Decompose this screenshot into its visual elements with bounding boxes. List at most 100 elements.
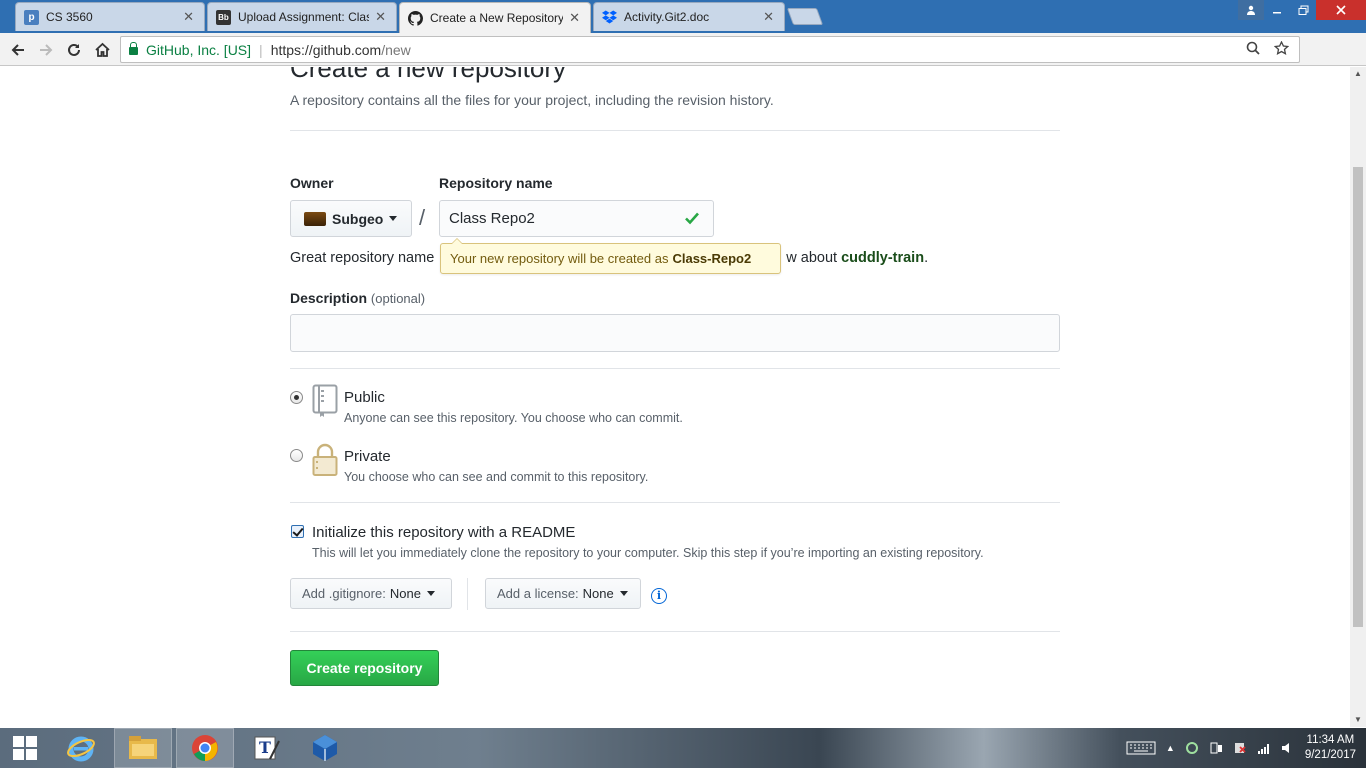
dropbox-icon bbox=[602, 10, 617, 25]
check-icon bbox=[685, 212, 699, 225]
create-repository-button[interactable]: Create repository bbox=[290, 650, 439, 686]
reload-button[interactable] bbox=[61, 37, 87, 63]
owner-label: Owner bbox=[290, 175, 334, 191]
divider bbox=[290, 130, 1060, 131]
minimize-button[interactable] bbox=[1264, 0, 1290, 20]
url-host: https://github.com bbox=[270, 41, 382, 58]
name-suggestion-link[interactable]: cuddly-train bbox=[841, 250, 924, 266]
hint-end: . bbox=[924, 250, 929, 266]
gitignore-select[interactable]: Add .gitignore: None bbox=[290, 578, 452, 609]
description-input[interactable] bbox=[290, 314, 1060, 352]
public-radio[interactable] bbox=[290, 391, 303, 404]
lock-icon bbox=[129, 42, 138, 55]
divider bbox=[290, 502, 1060, 503]
repository-name-tooltip: Your new repository will be created as C… bbox=[440, 238, 781, 274]
start-button[interactable] bbox=[0, 728, 50, 768]
divider bbox=[290, 631, 1060, 632]
restore-button[interactable] bbox=[1290, 0, 1316, 20]
tab-title: CS 3560 bbox=[46, 10, 93, 24]
volume-icon[interactable] bbox=[1281, 742, 1295, 754]
blackboard-icon: Bb bbox=[216, 9, 231, 25]
clock[interactable]: 11:34 AM 9/21/2017 bbox=[1305, 733, 1356, 763]
text-editor-icon[interactable]: T bbox=[238, 728, 296, 768]
chevron-down-icon bbox=[619, 591, 628, 596]
clock-date: 9/21/2017 bbox=[1304, 749, 1356, 761]
owner-select[interactable]: Subgeo bbox=[290, 200, 412, 237]
hint-middle: w about bbox=[786, 250, 838, 266]
close-icon[interactable]: ✕ bbox=[183, 9, 194, 25]
description-label: Description (optional) bbox=[290, 290, 425, 306]
forward-button[interactable] bbox=[33, 37, 59, 63]
tab-title: Create a New Repository bbox=[430, 11, 564, 25]
action-center-icon[interactable] bbox=[1233, 742, 1247, 754]
chrome-icon[interactable] bbox=[176, 728, 234, 768]
page-title: Create a new repository bbox=[290, 67, 567, 83]
license-label: Add a license: bbox=[497, 586, 579, 601]
owner-name: Subgeo bbox=[332, 210, 384, 227]
readme-option-title[interactable]: Initialize this repository with a README bbox=[312, 524, 575, 541]
tab-create-new-repository[interactable]: Create a New Repository ✕ bbox=[399, 2, 591, 33]
private-option-title[interactable]: Private bbox=[344, 448, 391, 465]
show-hidden-icons[interactable]: ▲ bbox=[1166, 743, 1175, 753]
lock-icon bbox=[312, 443, 338, 476]
tab-title: Activity.Git2.doc bbox=[624, 10, 710, 24]
windows-taskbar: T ▲ 11:34 AM 9/21/2017 bbox=[0, 728, 1366, 768]
browser-toolbar: GitHub, Inc. [US] | https://github.com/n… bbox=[0, 33, 1366, 87]
zoom-icon[interactable] bbox=[1246, 41, 1260, 59]
back-button[interactable] bbox=[5, 37, 31, 63]
user-profile-icon[interactable] bbox=[1238, 0, 1264, 20]
page-scrollbar[interactable]: ▲ ▼ bbox=[1350, 67, 1366, 727]
close-icon[interactable]: ✕ bbox=[569, 10, 580, 26]
tab-cs3560[interactable]: p CS 3560 ✕ bbox=[15, 2, 205, 31]
virtualbox-icon[interactable] bbox=[296, 728, 354, 768]
p-icon: p bbox=[24, 9, 39, 25]
svg-text:T: T bbox=[259, 738, 271, 757]
clock-time: 11:34 AM bbox=[1306, 734, 1355, 746]
address-bar[interactable]: GitHub, Inc. [US] | https://github.com/n… bbox=[120, 36, 1300, 63]
address-divider: | bbox=[259, 41, 263, 58]
device-icon[interactable] bbox=[1209, 742, 1223, 754]
private-radio[interactable] bbox=[290, 449, 303, 462]
gitignore-value: None bbox=[389, 586, 421, 601]
chevron-down-icon bbox=[389, 216, 398, 221]
page-subtitle: A repository contains all the files for … bbox=[290, 92, 774, 108]
file-explorer-icon[interactable] bbox=[114, 728, 172, 768]
private-option-note: You choose who can see and commit to thi… bbox=[344, 470, 649, 484]
system-tray: ▲ 11:34 AM 9/21/2017 bbox=[1126, 728, 1366, 768]
close-icon[interactable]: ✕ bbox=[375, 9, 386, 25]
wifi-signal-icon[interactable] bbox=[1257, 742, 1271, 754]
security-indicator[interactable]: GitHub, Inc. [US] bbox=[146, 42, 251, 58]
public-option-note: Anyone can see this repository. You choo… bbox=[344, 411, 683, 425]
scrollbar-thumb[interactable] bbox=[1353, 167, 1363, 627]
hint-prefix: Great repository name bbox=[290, 250, 435, 266]
home-button[interactable] bbox=[89, 37, 115, 63]
license-value: None bbox=[582, 586, 614, 601]
scroll-down-icon[interactable]: ▼ bbox=[1350, 713, 1366, 727]
close-icon[interactable]: ✕ bbox=[763, 9, 774, 25]
tooltip-text: Your new repository will be created as bbox=[450, 251, 669, 266]
windows-logo-icon bbox=[13, 736, 37, 760]
avatar bbox=[304, 211, 326, 226]
scroll-up-icon[interactable]: ▲ bbox=[1350, 67, 1366, 81]
network-sync-icon[interactable] bbox=[1185, 742, 1199, 754]
repo-book-icon bbox=[312, 384, 338, 417]
divider bbox=[467, 578, 468, 610]
keyboard-icon[interactable] bbox=[1126, 741, 1156, 755]
new-tab-button[interactable] bbox=[786, 8, 824, 25]
tab-upload-assignment[interactable]: Bb Upload Assignment: Clas ✕ bbox=[207, 2, 397, 31]
readme-checkbox[interactable] bbox=[291, 525, 304, 538]
bookmark-star-icon[interactable] bbox=[1273, 40, 1290, 59]
github-icon bbox=[408, 10, 423, 26]
close-window-button[interactable] bbox=[1316, 0, 1366, 20]
license-select[interactable]: Add a license: None bbox=[485, 578, 641, 609]
tab-activity-git2[interactable]: Activity.Git2.doc ✕ bbox=[593, 2, 785, 31]
repository-name-input[interactable]: Class Repo2 bbox=[439, 200, 714, 237]
repo-name-label: Repository name bbox=[439, 175, 553, 191]
gitignore-label: Add .gitignore: bbox=[302, 586, 386, 601]
tab-title: Upload Assignment: Clas bbox=[238, 10, 370, 24]
readme-option-note: This will let you immediately clone the … bbox=[312, 546, 984, 560]
info-icon[interactable]: i bbox=[651, 588, 667, 604]
internet-explorer-icon[interactable] bbox=[52, 728, 110, 768]
public-option-title[interactable]: Public bbox=[344, 389, 385, 406]
optional-label: (optional) bbox=[370, 291, 426, 306]
